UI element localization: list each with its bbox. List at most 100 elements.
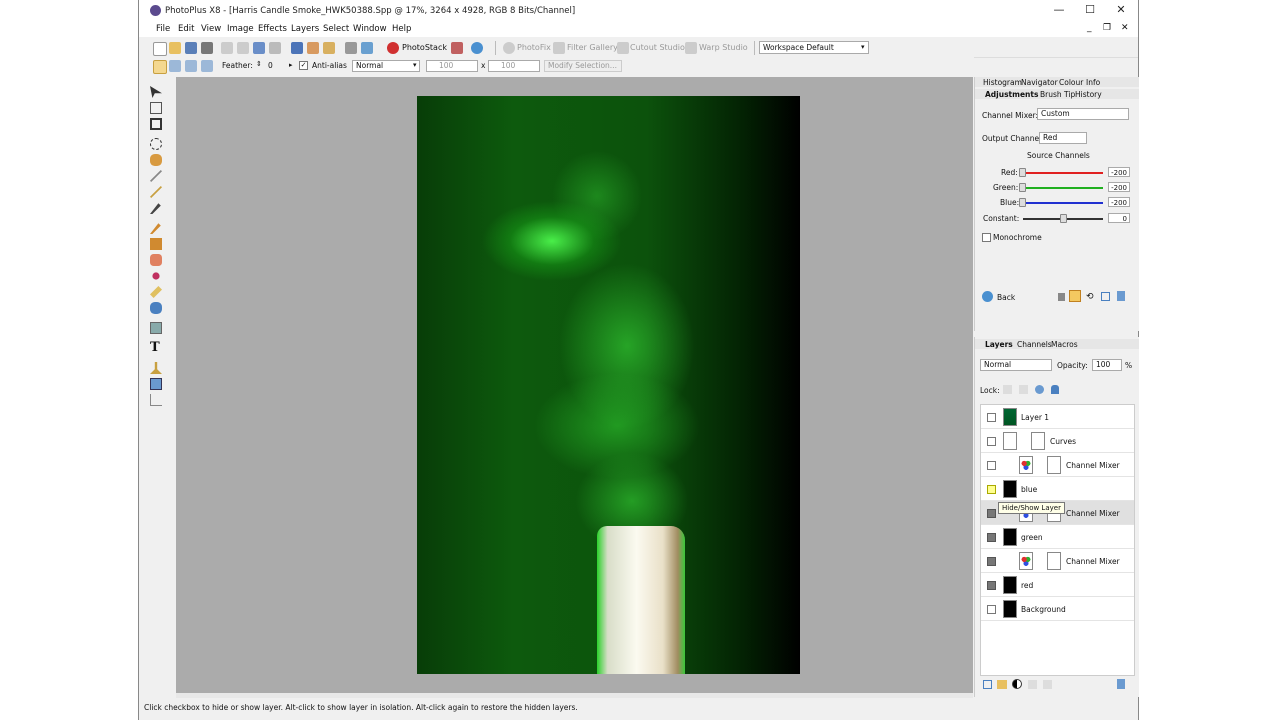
wand-tool-icon[interactable] — [150, 170, 162, 182]
maximize-button[interactable]: ☐ — [1076, 2, 1104, 18]
layer-name[interactable]: blue — [1021, 485, 1037, 494]
feather-spinner-icon[interactable]: ⇕ — [256, 60, 262, 68]
pointer-icon[interactable] — [361, 42, 373, 54]
layer-name[interactable]: Layer 1 — [1021, 413, 1049, 422]
layer-name[interactable]: Curves — [1050, 437, 1076, 446]
menu-window[interactable]: Window — [353, 24, 387, 34]
blend-mode-select[interactable]: Normal — [352, 60, 420, 72]
ellipse-selection-icon[interactable] — [150, 138, 162, 150]
menu-image[interactable]: Image — [227, 24, 254, 34]
blue-slider[interactable] — [1023, 202, 1103, 204]
lock-all-icon[interactable] — [1051, 385, 1059, 394]
tab-history[interactable]: History — [1075, 90, 1102, 99]
workspace-select[interactable]: Workspace Default — [759, 41, 869, 54]
hand-icon[interactable] — [307, 42, 319, 54]
visibility-checkbox[interactable] — [987, 437, 996, 446]
blue-value[interactable]: -200 — [1108, 197, 1130, 207]
blue-slider-handle[interactable] — [1019, 198, 1026, 207]
photofix-button[interactable]: PhotoFix — [517, 43, 551, 52]
new-group-icon[interactable] — [997, 680, 1007, 689]
menu-help[interactable]: Help — [392, 24, 411, 34]
lock-pixels-icon[interactable] — [1019, 385, 1028, 394]
opacity-input[interactable]: 100 — [1092, 359, 1122, 371]
delete-layer-icon[interactable] — [1117, 679, 1125, 689]
redo-icon[interactable] — [269, 42, 281, 54]
adjustment-layer-icon[interactable] — [1012, 679, 1022, 689]
filter-gallery-button[interactable]: Filter Gallery — [567, 43, 618, 52]
help-icon[interactable] — [471, 42, 483, 54]
menu-select[interactable]: Select — [323, 24, 349, 34]
effects-icon[interactable] — [1043, 680, 1052, 689]
clip-icon[interactable] — [1069, 290, 1081, 302]
mask-icon[interactable] — [1028, 680, 1037, 689]
channel-mixer-select[interactable]: Custom — [1037, 108, 1129, 120]
layer-row[interactable]: Channel Mixer — [981, 453, 1134, 477]
photostack-button[interactable]: PhotoStack — [402, 43, 447, 52]
tab-navigator[interactable]: Navigator — [1021, 78, 1058, 87]
fill-tool-icon[interactable] — [152, 272, 160, 280]
layer-name[interactable]: red — [1021, 581, 1033, 590]
node-tool-icon[interactable] — [150, 394, 162, 406]
visibility-checkbox[interactable] — [987, 413, 996, 422]
crop-tool-icon[interactable] — [150, 118, 162, 130]
visibility-checkbox[interactable] — [987, 557, 996, 566]
constant-value[interactable]: 0 — [1108, 213, 1130, 223]
save-icon[interactable] — [185, 42, 197, 54]
feather-arrow-icon[interactable]: ▸ — [289, 61, 293, 69]
antialias-checkbox[interactable]: ✓ — [299, 61, 308, 70]
dodge-tool-icon[interactable] — [150, 302, 162, 314]
tab-adjustments[interactable]: Adjustments — [985, 90, 1038, 99]
brush-icon[interactable] — [323, 42, 335, 54]
eyedropper-tool-icon[interactable] — [150, 203, 161, 214]
green-slider-handle[interactable] — [1019, 183, 1026, 192]
tab-info[interactable]: Info — [1086, 78, 1100, 87]
visibility-checkbox[interactable] — [987, 461, 996, 470]
rotate-icon[interactable] — [451, 42, 463, 54]
visibility-checkbox[interactable] — [987, 533, 996, 542]
eraser-tool-icon[interactable] — [150, 254, 162, 266]
lock-transparency-icon[interactable] — [1003, 385, 1012, 394]
layer-name[interactable]: green — [1021, 533, 1043, 542]
menu-layers[interactable]: Layers — [291, 24, 319, 34]
menu-file[interactable]: File — [156, 24, 170, 34]
visibility-checkbox[interactable] — [987, 605, 996, 614]
layer-row[interactable]: blue — [981, 477, 1134, 501]
paintbrush-tool-icon[interactable] — [150, 223, 161, 234]
layer-row[interactable]: green — [981, 525, 1134, 549]
layer-row[interactable]: Curves — [981, 429, 1134, 453]
pen-tool-icon[interactable] — [150, 362, 162, 374]
cut-icon[interactable] — [221, 42, 233, 54]
new-layer-icon[interactable] — [1101, 292, 1110, 301]
visibility-checkbox[interactable] — [987, 485, 996, 494]
tab-histogram[interactable]: Histogram — [983, 78, 1022, 87]
width-input[interactable]: 100 — [426, 60, 478, 72]
layer-name[interactable]: Channel Mixer — [1066, 557, 1120, 566]
layer-row[interactable]: Background — [981, 597, 1134, 621]
back-arrow-icon[interactable] — [982, 291, 993, 302]
layer-name[interactable]: Channel Mixer — [1066, 509, 1120, 518]
layer-row[interactable]: red — [981, 573, 1134, 597]
layer-row[interactable]: Channel Mixer — [981, 549, 1134, 573]
delete-icon[interactable] — [1117, 291, 1125, 301]
add-selection-icon[interactable] — [169, 60, 181, 72]
zoom-icon[interactable] — [291, 42, 303, 54]
straighten-tool-icon[interactable] — [150, 102, 162, 114]
reset-icon[interactable]: ⟲ — [1086, 292, 1094, 302]
feather-value[interactable]: 0 — [268, 61, 273, 70]
clone-tool-icon[interactable] — [150, 238, 162, 250]
text-tool-icon[interactable]: T — [150, 341, 162, 354]
smudge-tool-icon[interactable] — [150, 286, 162, 298]
tab-layers[interactable]: Layers — [985, 340, 1013, 349]
monochrome-checkbox[interactable] — [982, 233, 991, 242]
pencil-tool-icon[interactable] — [150, 186, 162, 198]
undo-icon[interactable] — [253, 42, 265, 54]
subtract-selection-icon[interactable] — [185, 60, 197, 72]
green-slider[interactable] — [1023, 187, 1103, 189]
tab-brush-tip[interactable]: Brush Tip — [1040, 90, 1075, 99]
move-tool-icon[interactable] — [150, 86, 162, 98]
warp-studio-button[interactable]: Warp Studio — [699, 43, 748, 52]
panel-icon-1[interactable] — [1058, 293, 1065, 301]
layer-blend-mode-select[interactable]: Normal — [980, 359, 1052, 371]
layer-row[interactable]: Layer 1 — [981, 405, 1134, 429]
intersect-selection-icon[interactable] — [201, 60, 213, 72]
